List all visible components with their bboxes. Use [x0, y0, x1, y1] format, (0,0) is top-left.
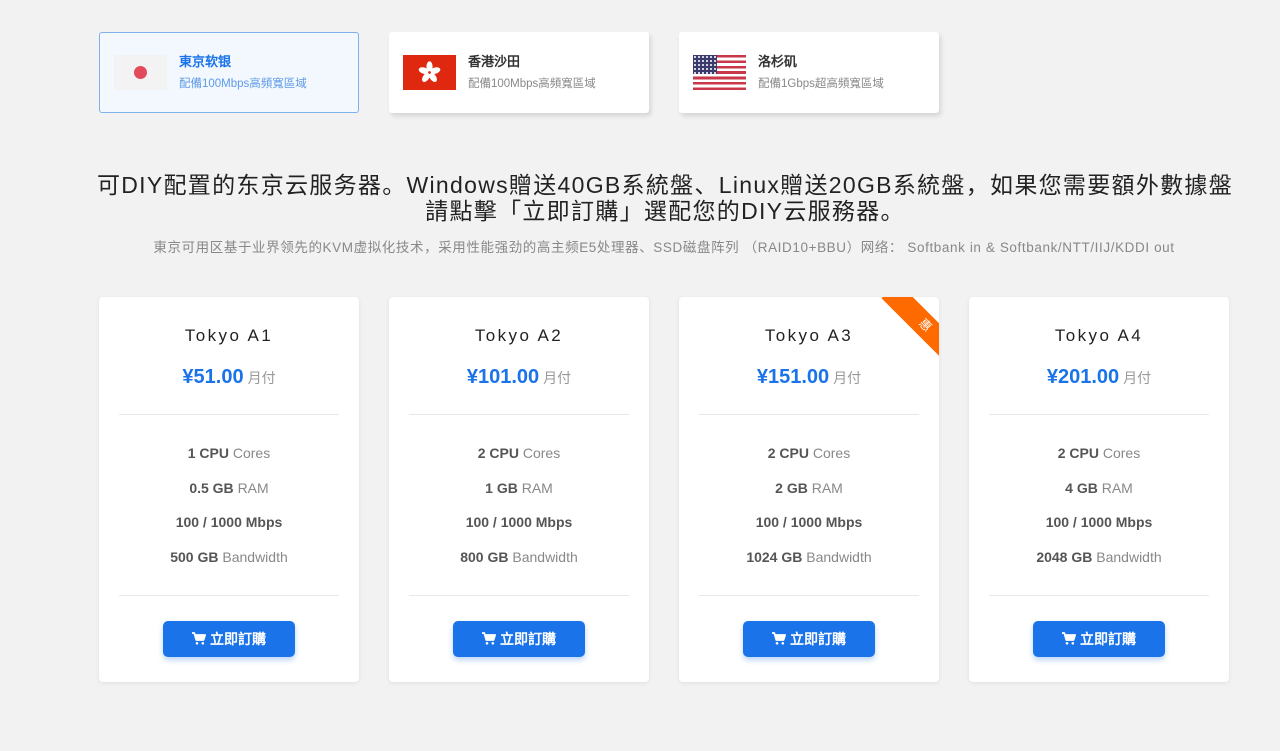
divider [989, 414, 1209, 415]
price-period: 月付 [247, 370, 276, 386]
spec-bandwidth: 800 GB Bandwidth [460, 549, 578, 566]
plan-card-tokyo-a2: Tokyo A2 ¥101.00 月付 2 CPU Cores 1 GB RAM … [389, 297, 649, 682]
plan-specs: 2 CPU Cores 4 GB RAM 100 / 1000 Mbps 204… [969, 436, 1229, 575]
divider [699, 594, 919, 596]
spec-bandwidth: 500 GB Bandwidth [170, 549, 288, 566]
price-amount: ¥101.00 [466, 366, 540, 388]
divider [119, 594, 339, 596]
region-desc: 配備100Mbps高頻寬區域 [179, 77, 307, 90]
plan-price: ¥101.00 月付 [389, 366, 649, 389]
region-name: 東京软银 [179, 53, 232, 69]
plan-card-tokyo-a4: Tokyo A4 ¥201.00 月付 2 CPU Cores 4 GB RAM … [969, 297, 1229, 682]
cart-icon [772, 632, 786, 645]
plan-name: Tokyo A4 [1054, 326, 1144, 345]
spec-bandwidth: 1024 GB Bandwidth [746, 549, 872, 566]
divider [989, 594, 1209, 596]
price-period: 月付 [1123, 370, 1152, 386]
plan-card-tokyo-a1: Tokyo A1 ¥51.00 月付 1 CPU Cores 0.5 GB RAM… [99, 297, 359, 682]
order-now-button[interactable]: 立即訂購 [743, 620, 875, 657]
usa-flag-icon [693, 55, 746, 90]
spec-ram: 4 GB RAM [1065, 479, 1133, 496]
spec-cpu: 2 CPU Cores [767, 445, 851, 461]
spec-cpu: 2 CPU Cores [1057, 445, 1141, 461]
region-desc: 配備100Mbps高頻寬區域 [468, 77, 596, 90]
plan-card-tokyo-a3: 惠 Tokyo A3 ¥151.00 月付 2 CPU Cores 2 GB RA… [679, 297, 939, 682]
divider [409, 594, 629, 596]
plan-specs: 2 CPU Cores 1 GB RAM 100 / 1000 Mbps 800… [389, 436, 649, 575]
spec-cpu: 2 CPU Cores [477, 445, 561, 461]
spec-ram: 2 GB RAM [775, 479, 843, 496]
spec-port: 100 / 1000 Mbps [755, 514, 863, 531]
spec-port: 100 / 1000 Mbps [465, 514, 573, 531]
cart-icon [1062, 632, 1076, 645]
divider [119, 414, 339, 415]
order-now-label: 立即訂購 [210, 630, 266, 647]
spec-ram: 0.5 GB RAM [189, 479, 269, 496]
spec-cpu: 1 CPU Cores [187, 445, 271, 461]
cart-icon [192, 632, 206, 645]
divider [699, 414, 919, 415]
region-name: 香港沙田 [468, 53, 521, 69]
region-name: 洛杉矶 [758, 53, 798, 69]
price-amount: ¥201.00 [1046, 366, 1120, 388]
spec-port: 100 / 1000 Mbps [175, 514, 283, 531]
order-now-label: 立即訂購 [500, 630, 556, 647]
plan-price: ¥151.00 月付 [679, 366, 939, 389]
region-tab-hongkong[interactable]: 香港沙田 配備100Mbps高頻寬區域 [389, 32, 649, 113]
price-amount: ¥151.00 [756, 366, 830, 388]
order-now-label: 立即訂購 [790, 630, 846, 647]
cart-icon [482, 632, 496, 645]
plan-specs: 1 CPU Cores 0.5 GB RAM 100 / 1000 Mbps 5… [99, 436, 359, 575]
order-now-button[interactable]: 立即訂購 [163, 620, 295, 657]
plan-price: ¥51.00 月付 [99, 366, 359, 389]
page-headline: 可DIY配置的东京云服务器。Windows贈送40GB系統盤、Linux贈送20… [96, 172, 1234, 224]
spec-bandwidth: 2048 GB Bandwidth [1036, 549, 1162, 566]
price-amount: ¥51.00 [182, 366, 244, 388]
japan-flag-icon [114, 55, 167, 90]
page-subline: 東京可用区基于业界领先的KVM虚拟化技术，采用性能强劲的高主频E5处理器、SSD… [153, 240, 1175, 255]
region-tab-tokyo[interactable]: 東京软银 配備100Mbps高頻寬區域 [99, 32, 359, 113]
promo-ribbon: 惠 [869, 297, 939, 367]
plan-price: ¥201.00 月付 [969, 366, 1229, 389]
divider [409, 414, 629, 415]
price-period: 月付 [543, 370, 572, 386]
order-now-button[interactable]: 立即訂購 [1033, 620, 1165, 657]
promo-ribbon-label: 惠 [881, 297, 939, 367]
price-period: 月付 [833, 370, 862, 386]
plan-name: Tokyo A1 [184, 326, 274, 345]
plan-specs: 2 CPU Cores 2 GB RAM 100 / 1000 Mbps 102… [679, 436, 939, 575]
region-desc: 配備1Gbps超高頻寬區域 [758, 77, 884, 90]
spec-port: 100 / 1000 Mbps [1045, 514, 1153, 531]
hongkong-flag-icon [403, 55, 456, 90]
order-now-label: 立即訂購 [1080, 630, 1136, 647]
region-tab-losangeles[interactable]: 洛杉矶 配備1Gbps超高頻寬區域 [679, 32, 939, 113]
plan-name: Tokyo A2 [474, 326, 564, 345]
order-now-button[interactable]: 立即訂購 [453, 620, 585, 657]
spec-ram: 1 GB RAM [485, 479, 553, 496]
